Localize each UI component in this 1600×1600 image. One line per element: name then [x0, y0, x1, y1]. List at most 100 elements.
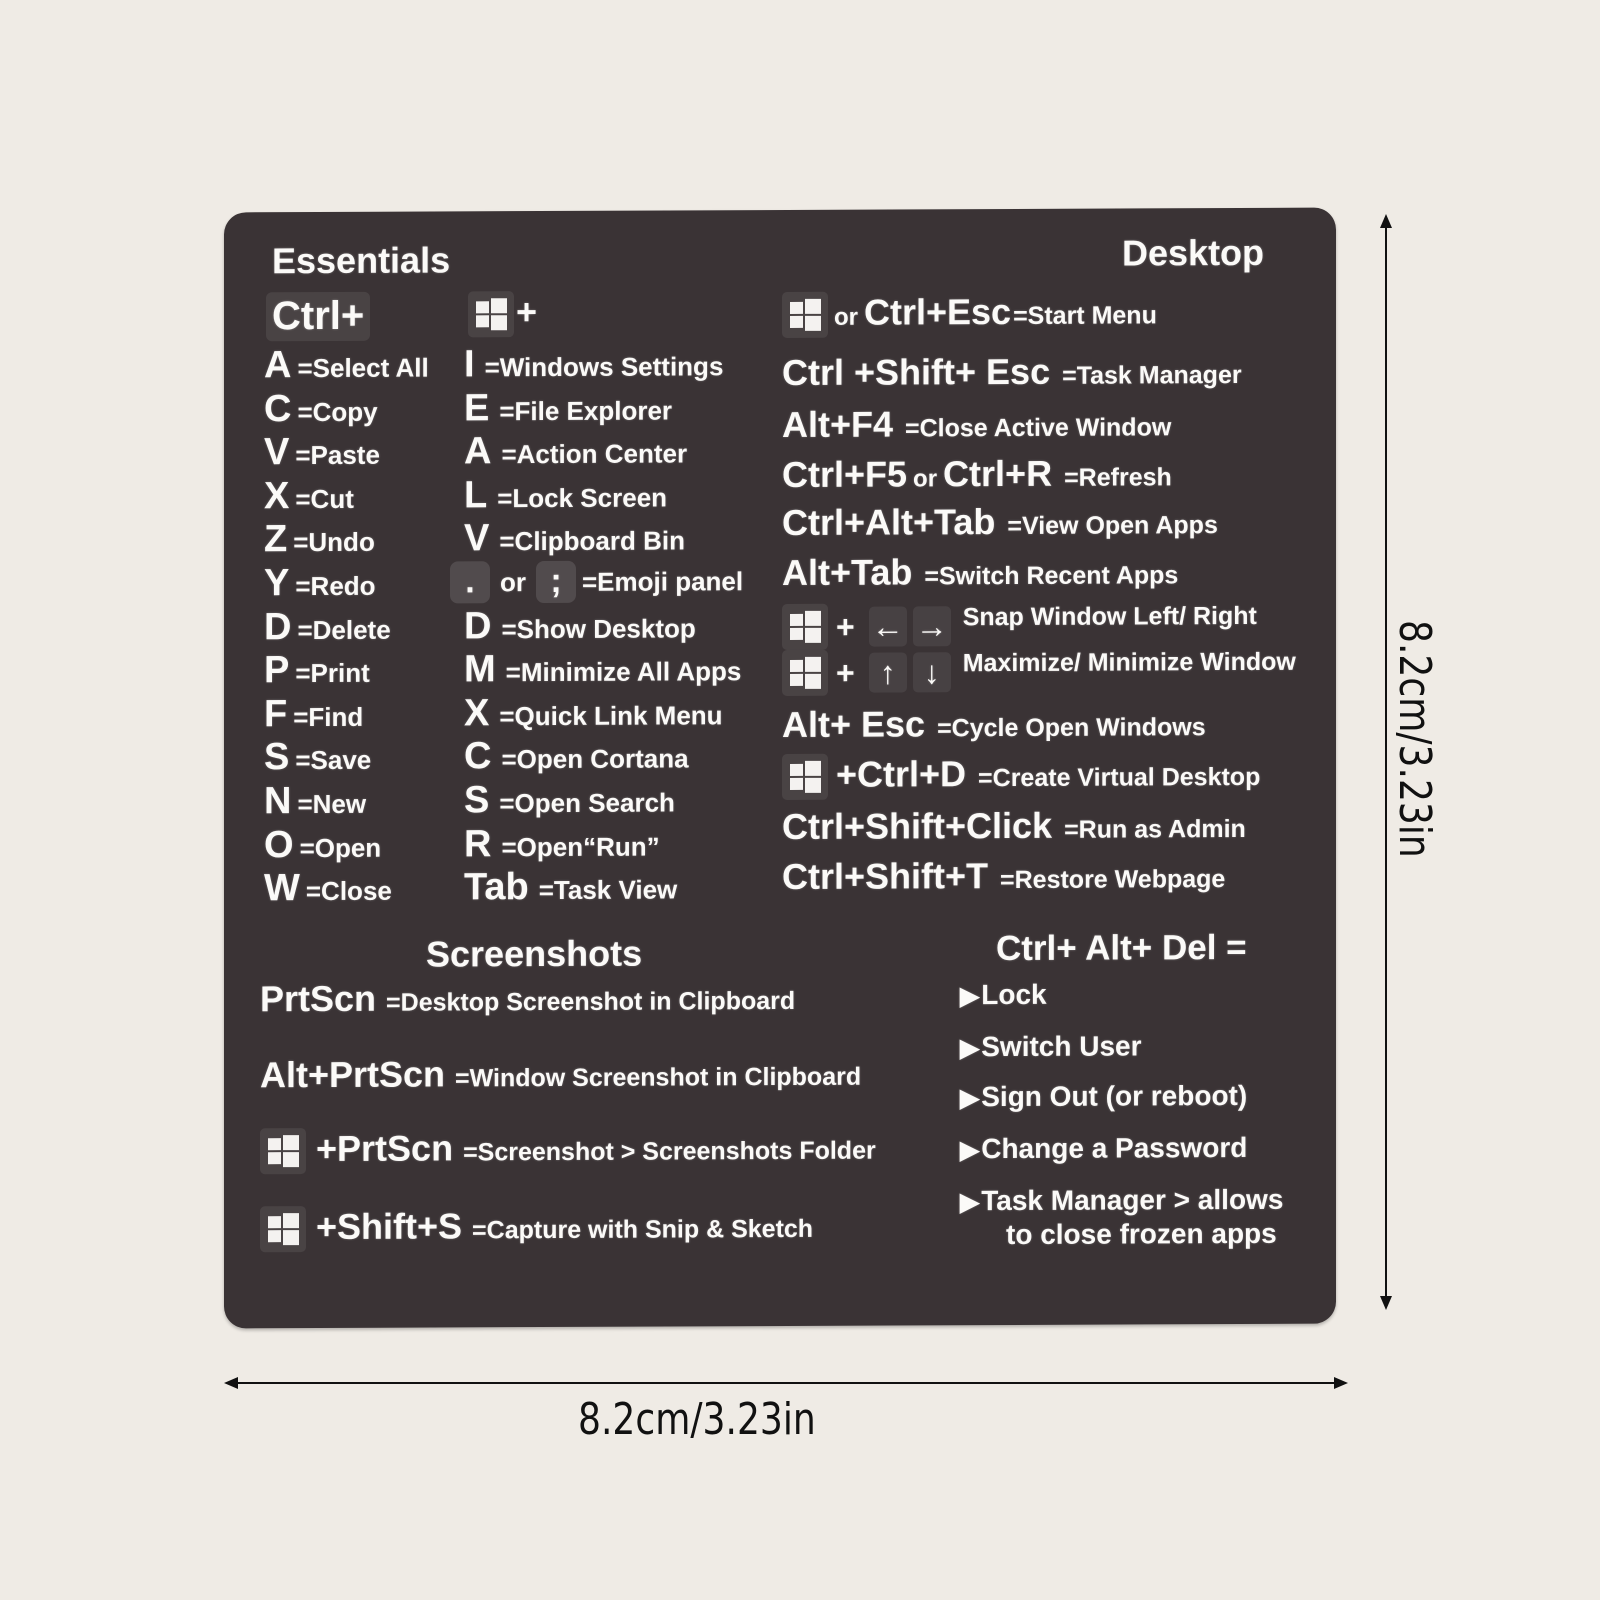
ctrl-shortcut-row: Z =Undo	[264, 518, 375, 561]
shortcut-action: =Copy	[297, 396, 378, 427]
windows-logo-icon	[782, 603, 828, 650]
play-triangle-icon: ▶	[960, 982, 980, 1011]
shortcut-key: V	[264, 431, 290, 474]
or-label: or	[913, 465, 938, 493]
ctrl-header: Ctrl+	[266, 291, 371, 342]
shortcut-action: =Undo	[293, 527, 375, 558]
win-shortcut-row: C =Open Cortana	[464, 735, 689, 779]
shortcut-action: Maximize/ Minimize Window	[962, 647, 1296, 678]
arrow-right-icon: →	[912, 606, 951, 647]
desktop-shortcut-list: or Ctrl+Esc =Start Menu Ctrl +Shift+ Esc =Ta…	[224, 208, 1336, 897]
shortcut-key: O	[264, 823, 294, 866]
item-label: Sign Out (or reboot)	[981, 1079, 1248, 1113]
shortcut-key: Ctrl+Shift+Click	[782, 804, 1053, 847]
ctrl-alt-del-item: ▶ Lock	[960, 979, 1047, 1011]
semicolon-key: ;	[536, 560, 576, 604]
shortcut-action: =Windows Settings	[484, 351, 724, 383]
ctrl-shortcut-row: C =Copy	[264, 387, 378, 430]
item-label: Change a Password	[981, 1131, 1248, 1165]
win-shortcut-list: I =Windows Settings E =File Explorer A =Actio…	[224, 208, 1336, 909]
shortcut-action: =Close Active Window	[905, 413, 1172, 443]
shortcut-action: =Lock Screen	[497, 482, 668, 514]
item-label: Switch User	[981, 1030, 1142, 1063]
arrow-up-icon: ↑	[868, 652, 907, 693]
ctrl-shortcut-row: W =Close	[264, 867, 392, 911]
desktop-shortcut-row: +Ctrl+D =Create Virtual Desktop	[782, 752, 1260, 800]
win-shortcut-row: A =Action Center	[464, 430, 687, 474]
shortcut-key: X	[264, 474, 290, 518]
screenshot-shortcut-list: PrtScn =Desktop Screenshot in Clipboard Al…	[224, 208, 1336, 1253]
desktop-shortcut-row: Ctrl+F5 or Ctrl+R =Refresh	[782, 452, 1172, 496]
shortcut-key: A	[264, 344, 292, 387]
screenshot-shortcut-row: PrtScn =Desktop Screenshot in Clipboard	[260, 976, 795, 1020]
shortcut-action: =Task Manager	[1062, 360, 1242, 390]
desktop-shortcut-row: + ← → Snap Window Left/ Right	[782, 602, 1257, 650]
shortcut-action: =Find	[293, 701, 364, 732]
shortcut-sticker: Essentials Ctrl+ + A =Select All C =Copy V =P…	[224, 207, 1336, 1329]
win-shortcut-row: X =Quick Link Menu	[464, 691, 723, 735]
windows-logo-icon	[468, 291, 514, 338]
screenshots-title: Screenshots	[426, 932, 643, 975]
ctrl-alt-del-item: ▶ Sign Out (or reboot)	[960, 1080, 1247, 1113]
shortcut-action: =Task View	[538, 874, 678, 906]
shortcut-key: D	[464, 604, 492, 647]
windows-logo-icon	[782, 291, 828, 338]
shortcut-key: Z	[264, 518, 288, 561]
shortcut-action: =Minimize All Apps	[505, 656, 742, 688]
ctrl-alt-del-list: ▶ Lock ▶ Switch User ▶ Sign Out (or reboot) ▶ C…	[224, 208, 1336, 1250]
desktop-shortcut-row: Ctrl+Shift+T =Restore Webpage	[782, 854, 1225, 898]
ctrl-shortcut-row: N =New	[264, 780, 366, 823]
shortcut-key: V	[464, 517, 490, 560]
ctrl-alt-del-item: ▶ Change a Password	[960, 1132, 1247, 1165]
period-key: .	[450, 561, 490, 604]
shortcut-action: =Redo	[295, 570, 376, 602]
win-shortcut-row: L =Lock Screen	[464, 473, 667, 517]
win-shortcut-row: I =Windows Settings	[464, 342, 723, 386]
desktop-shortcut-row: + ↑ ↓ Maximize/ Minimize Window	[782, 648, 1296, 696]
shortcut-action: =Open	[299, 832, 382, 863]
desktop-shortcut-row: Ctrl+Shift+Click =Run as Admin	[782, 804, 1246, 848]
ctrl-shortcut-row: V =Paste	[264, 431, 380, 475]
shortcut-key: P	[264, 649, 290, 692]
shortcut-key: M	[464, 648, 496, 691]
shortcut-key: C	[464, 735, 492, 778]
shortcut-action: =File Explorer	[499, 395, 673, 426]
shortcut-action: =Select All	[297, 352, 429, 384]
shortcut-key: Alt+ Esc	[782, 703, 926, 745]
width-arrowheads	[224, 1377, 1348, 1389]
height-label: 8.2cm/3.23in	[1389, 620, 1440, 858]
shortcut-key: N	[264, 780, 292, 823]
win-shortcut-row: E =File Explorer	[464, 386, 672, 430]
or-label: or	[834, 303, 858, 331]
shortcut-action: =Clipboard Bin	[499, 525, 685, 557]
win-shortcut-row: M =Minimize All Apps	[464, 647, 741, 691]
screenshot-shortcut-row: +Shift+S =Capture with Snip & Sketch	[260, 1204, 813, 1253]
shortcut-action: =New	[297, 788, 367, 820]
play-triangle-icon: ▶	[960, 1188, 980, 1217]
shortcut-action: =Open“Run”	[501, 831, 660, 862]
win-shortcut-row: . or; =Emoji panel	[450, 560, 743, 604]
shortcut-key: E	[464, 386, 490, 429]
shortcut-key: F	[264, 692, 288, 736]
win-header-plus: +	[516, 291, 538, 333]
shortcut-action: =Save	[295, 745, 372, 776]
desktop-shortcut-row: or Ctrl+Esc =Start Menu	[782, 290, 1157, 338]
play-triangle-icon: ▶	[960, 1136, 980, 1165]
desktop-title: Desktop	[1122, 231, 1265, 274]
ctrl-alt-del-item: ▶ Switch User	[960, 1030, 1142, 1063]
shortcut-key: Ctrl+Esc	[864, 290, 1012, 333]
shortcut-key: S	[264, 736, 290, 779]
desktop-shortcut-row: Alt+ Esc =Cycle Open Windows	[782, 702, 1206, 746]
shortcut-action: =Delete	[297, 614, 391, 645]
ctrl-shortcut-row: Y =Redo	[264, 562, 376, 605]
arrow-down-icon: ↓	[912, 652, 951, 693]
ctrl-shortcut-row: D =Delete	[264, 605, 391, 649]
shortcut-key: Alt+F4	[782, 403, 894, 445]
shortcut-action: =Switch Recent Apps	[924, 561, 1179, 591]
ctrl-shortcut-row: S =Save	[264, 736, 371, 779]
desktop-shortcut-row: Ctrl +Shift+ Esc =Task Manager	[782, 350, 1242, 394]
shortcut-key: +Ctrl+D	[836, 753, 967, 795]
shortcut-action: =Close	[305, 875, 392, 907]
plus-sign: +	[836, 608, 855, 645]
ctrl-shortcut-row: X =Cut	[264, 475, 354, 518]
